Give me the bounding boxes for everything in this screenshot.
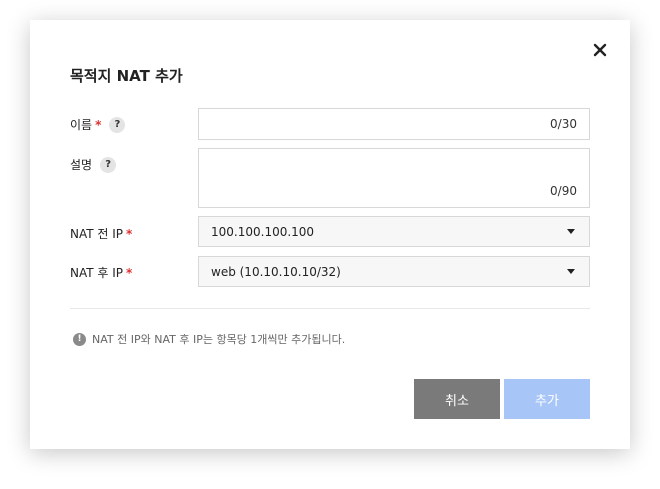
caret-down-icon <box>567 269 575 274</box>
notice-text: NAT 전 IP와 NAT 후 IP는 항목당 1개씩만 추가됩니다. <box>92 333 346 346</box>
description-char-counter: 0/90 <box>550 184 577 198</box>
post-nat-ip-label-row: NAT 후 IP * <box>70 264 132 281</box>
close-icon[interactable] <box>590 40 610 60</box>
post-nat-ip-select[interactable]: web (10.10.10.10/32) <box>198 256 590 287</box>
caret-down-icon <box>567 229 575 234</box>
divider <box>70 308 590 309</box>
dialog-title: 목적지 NAT 추가 <box>70 67 183 85</box>
required-mark: * <box>126 265 133 280</box>
name-input[interactable] <box>199 109 589 139</box>
help-icon[interactable]: ? <box>109 116 126 133</box>
cancel-button[interactable]: 취소 <box>414 379 500 419</box>
exclamation-icon: ! <box>73 332 86 346</box>
description-textarea[interactable] <box>199 149 589 207</box>
add-destination-nat-dialog: 목적지 NAT 추가 이름 * ? 0/30 설명 ? 0/90 NAT 전 I… <box>30 20 630 449</box>
pre-nat-ip-selected-value: 100.100.100.100 <box>211 224 315 239</box>
description-label-row: 설명 ? <box>70 156 117 173</box>
post-nat-ip-label: NAT 후 IP <box>70 266 124 280</box>
post-nat-ip-selected-value: web (10.10.10.10/32) <box>211 264 341 279</box>
pre-nat-ip-label-row: NAT 전 IP * <box>70 225 132 242</box>
description-label: 설명 <box>70 158 93 172</box>
notice-message: ! NAT 전 IP와 NAT 후 IP는 항목당 1개씩만 추가됩니다. <box>73 331 345 347</box>
pre-nat-ip-label: NAT 전 IP <box>70 227 124 241</box>
pre-nat-ip-select[interactable]: 100.100.100.100 <box>198 216 590 247</box>
name-label: 이름 <box>70 118 93 132</box>
help-icon[interactable]: ? <box>100 156 117 173</box>
required-mark: * <box>126 226 133 241</box>
name-char-counter: 0/30 <box>550 117 577 131</box>
description-field[interactable]: 0/90 <box>198 148 590 208</box>
required-mark: * <box>95 117 102 132</box>
name-field[interactable]: 0/30 <box>198 108 590 140</box>
add-button[interactable]: 추가 <box>504 379 590 419</box>
name-label-row: 이름 * ? <box>70 116 126 133</box>
